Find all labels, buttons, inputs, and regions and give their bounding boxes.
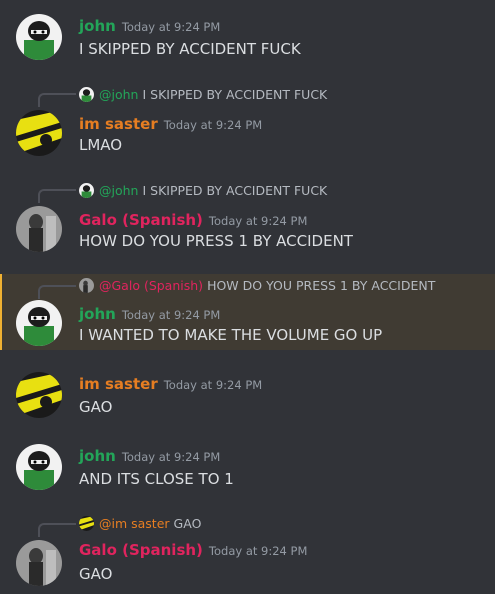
author-name[interactable]: john	[79, 305, 116, 323]
reply-text: GAO	[173, 516, 202, 531]
reply-spine	[38, 93, 76, 107]
reply-text: I SKIPPED BY ACCIDENT FUCK	[142, 87, 328, 102]
message-item: john Today at 9:24 PM I SKIPPED BY ACCIDE…	[0, 0, 495, 72]
message-item: @john I SKIPPED BY ACCIDENT FUCK im sast…	[0, 84, 495, 164]
john-avatar[interactable]	[16, 300, 62, 346]
saster-avatar[interactable]	[16, 110, 62, 156]
reply-spine	[38, 523, 76, 537]
reply-preview[interactable]: @im saster GAO	[79, 516, 201, 531]
message-text: LMAO	[79, 136, 123, 154]
saster-avatar[interactable]	[16, 372, 62, 418]
message-timestamp: Today at 9:24 PM	[121, 450, 221, 464]
message-timestamp: Today at 9:24 PM	[121, 20, 221, 34]
author-name[interactable]: im saster	[79, 375, 158, 393]
reply-text: I SKIPPED BY ACCIDENT FUCK	[142, 183, 328, 198]
reply-mention[interactable]: @Galo (Spanish)	[99, 278, 203, 293]
reply-mention[interactable]: @john	[99, 87, 138, 102]
message-item: @im saster GAO Galo (Spanish) Today at 9:…	[0, 512, 495, 594]
message-timestamp: Today at 9:24 PM	[163, 118, 263, 132]
galo-avatar[interactable]	[16, 206, 62, 252]
author-name[interactable]: john	[79, 17, 116, 35]
reply-spine	[38, 285, 76, 299]
message-timestamp: Today at 9:24 PM	[163, 378, 263, 392]
message-text: HOW DO YOU PRESS 1 BY ACCIDENT	[79, 232, 353, 250]
reply-mention[interactable]: @im saster	[99, 516, 170, 531]
reply-avatar	[79, 516, 94, 531]
author-name[interactable]: Galo (Spanish)	[79, 211, 203, 229]
author-name[interactable]: john	[79, 447, 116, 465]
galo-avatar[interactable]	[16, 540, 62, 586]
reply-avatar	[79, 183, 94, 198]
message-text: I WANTED TO MAKE THE VOLUME GO UP	[79, 326, 383, 344]
reply-text: HOW DO YOU PRESS 1 BY ACCIDENT	[207, 278, 436, 293]
message-item-highlighted: @Galo (Spanish) HOW DO YOU PRESS 1 BY AC…	[0, 274, 495, 350]
reply-preview[interactable]: @Galo (Spanish) HOW DO YOU PRESS 1 BY AC…	[79, 278, 435, 293]
author-name[interactable]: im saster	[79, 115, 158, 133]
message-item: @john I SKIPPED BY ACCIDENT FUCK Galo (S…	[0, 180, 495, 260]
reply-spine	[38, 189, 76, 203]
author-name[interactable]: Galo (Spanish)	[79, 541, 203, 559]
message-text: GAO	[79, 398, 113, 416]
message-item: im saster Today at 9:24 PM GAO	[0, 362, 495, 428]
john-avatar[interactable]	[16, 14, 62, 60]
message-timestamp: Today at 9:24 PM	[208, 544, 308, 558]
reply-mention[interactable]: @john	[99, 183, 138, 198]
message-text: AND ITS CLOSE TO 1	[79, 470, 234, 488]
john-avatar[interactable]	[16, 444, 62, 490]
message-timestamp: Today at 9:24 PM	[208, 214, 308, 228]
message-text: GAO	[79, 565, 113, 583]
message-item: john Today at 9:24 PM AND ITS CLOSE TO 1	[0, 434, 495, 500]
reply-preview[interactable]: @john I SKIPPED BY ACCIDENT FUCK	[79, 183, 327, 198]
message-text: I SKIPPED BY ACCIDENT FUCK	[79, 40, 301, 58]
reply-avatar	[79, 87, 94, 102]
reply-preview[interactable]: @john I SKIPPED BY ACCIDENT FUCK	[79, 87, 327, 102]
message-timestamp: Today at 9:24 PM	[121, 308, 221, 322]
reply-avatar	[79, 278, 94, 293]
